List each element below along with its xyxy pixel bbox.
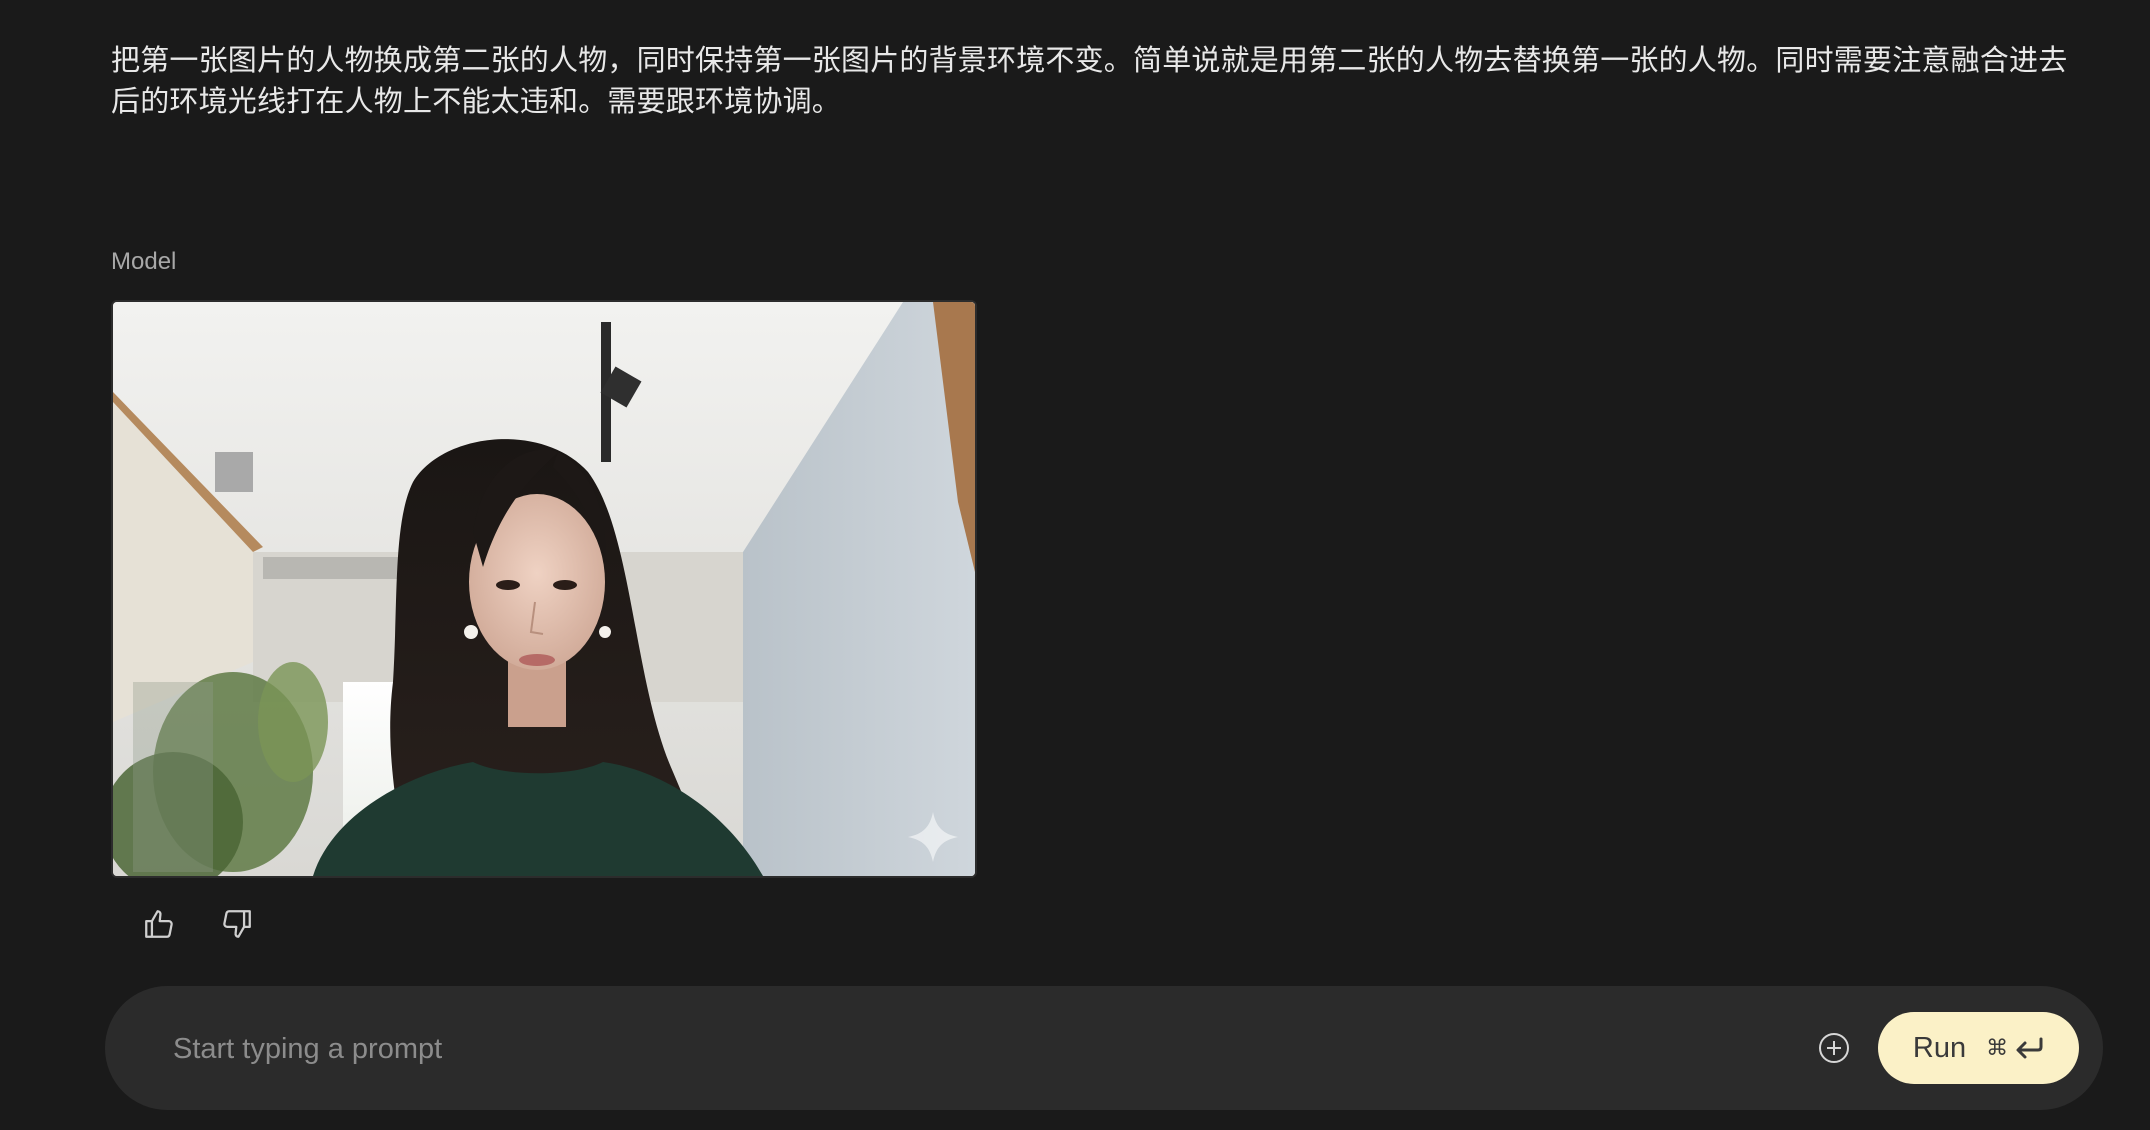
thumbs-up-button[interactable] (140, 905, 178, 943)
thumbs-down-icon (223, 910, 251, 938)
feedback-actions (140, 905, 256, 943)
command-key: ⌘ (1986, 1035, 2009, 1061)
add-attachment-button[interactable] (1817, 1031, 1851, 1065)
user-message: 把第一张图片的人物换成第二张的人物，同时保持第一张图片的背景环境不变。简单说就是… (111, 43, 2068, 118)
chat-page: 把第一张图片的人物换成第二张的人物，同时保持第一张图片的背景环境不变。简单说就是… (0, 0, 2150, 1130)
generated-image-art (113, 302, 975, 876)
enter-icon (2016, 1037, 2043, 1059)
generated-image[interactable] (111, 300, 977, 878)
run-button[interactable]: Run ⌘ (1878, 1012, 2079, 1084)
model-label: Model (111, 248, 177, 275)
thumbs-down-button[interactable] (218, 905, 256, 943)
prompt-bar: Run ⌘ (105, 986, 2103, 1110)
run-label: Run (1912, 1031, 1967, 1064)
prompt-input[interactable] (171, 1018, 1755, 1080)
plus-circle-icon (1819, 1033, 1849, 1063)
thumbs-up-icon (145, 910, 173, 938)
run-shortcut: ⌘ (1986, 1036, 2044, 1061)
